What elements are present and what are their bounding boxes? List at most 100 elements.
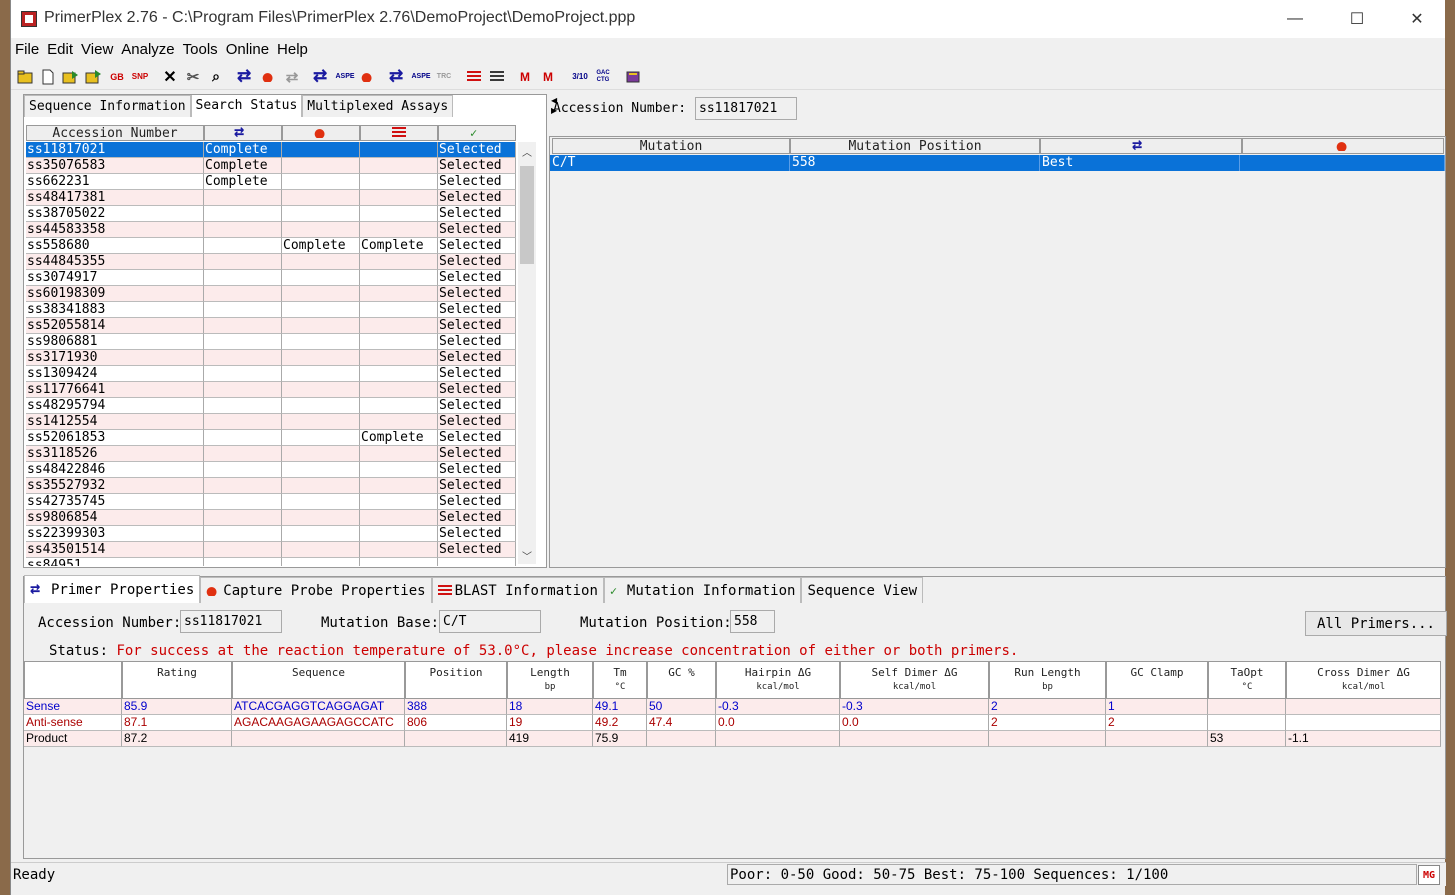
table-row[interactable]: ss60198309 Selected (26, 286, 516, 302)
delete-icon[interactable]: ✕ (160, 67, 180, 87)
new-file-icon[interactable] (38, 67, 58, 87)
tab-capture-probe-properties[interactable]: Capture Probe Properties (200, 577, 432, 603)
table-row[interactable]: ss43501514 Selected (26, 542, 516, 558)
find-icon[interactable]: ⌕ (206, 67, 226, 87)
primer-header-1[interactable]: Rating (122, 661, 232, 699)
open-project-icon[interactable] (61, 67, 81, 87)
tab-multiplexed-assays[interactable]: Multiplexed Assays (302, 95, 454, 117)
accession-number-field[interactable]: ss11817021 (180, 610, 282, 633)
primer-header-5[interactable]: Tm °C (593, 661, 647, 699)
table-row[interactable]: ss42735745 Selected (26, 494, 516, 510)
table-row[interactable]: ss48295794 Selected (26, 398, 516, 414)
scroll-down-icon[interactable]: ﹀ (520, 548, 534, 563)
table-row[interactable]: ss3171930 Selected (26, 350, 516, 366)
multiplex-icon[interactable] (388, 66, 408, 87)
table-row[interactable]: ss38341883 Selected (26, 302, 516, 318)
mutation-position-field[interactable]: 558 (730, 610, 775, 633)
table-row[interactable]: ss35527932 Selected (26, 478, 516, 494)
primer-header-12[interactable]: Cross Dimer ΔG kcal/mol (1286, 661, 1441, 699)
primer-row[interactable]: Product 87.2 419 75.9 53 -1.1 (24, 731, 1444, 747)
table-row[interactable]: ss52061853 Complete Selected (26, 430, 516, 446)
blast-table-icon[interactable] (487, 67, 507, 87)
header-probe-icon[interactable] (1242, 138, 1444, 154)
probe-search-icon[interactable] (259, 67, 279, 87)
primer-header-11[interactable]: TaOpt °C (1208, 661, 1286, 699)
header-mutation[interactable]: Mutation (552, 138, 790, 154)
menu-help[interactable]: Help (273, 38, 312, 62)
all-primers-button[interactable]: All Primers... (1305, 611, 1447, 636)
tab-sequence-information[interactable]: Sequence Information (24, 95, 191, 117)
mutation-base-field[interactable]: C/T (439, 610, 541, 633)
snp-icon[interactable]: SNP (130, 67, 150, 87)
table-row[interactable]: ss3118526 Selected (26, 446, 516, 462)
header-primer-icon[interactable] (1040, 138, 1242, 154)
primer-header-10[interactable]: GC Clamp (1106, 661, 1208, 699)
accession-number-field[interactable]: ss11817021 (695, 97, 797, 120)
table-row[interactable]: ss52055814 Selected (26, 318, 516, 334)
primer-header-4[interactable]: Length bp (507, 661, 593, 699)
vertical-scrollbar[interactable]: ︿ ﹀ (518, 142, 536, 564)
primer-row[interactable]: Anti-sense 87.1 AGACAAGAGAAGAGCCATC 806 19 49… (24, 715, 1444, 731)
genbank-icon[interactable]: GB (107, 67, 127, 87)
table-row[interactable]: ss38705022 Selected (26, 206, 516, 222)
menu-tools[interactable]: Tools (179, 38, 222, 62)
primer-header-0[interactable] (24, 661, 122, 699)
primer-header-8[interactable]: Self Dimer ΔG kcal/mol (840, 661, 989, 699)
table-row[interactable]: ss48422846 Selected (26, 462, 516, 478)
primer-search-icon[interactable] (236, 66, 256, 87)
table-row[interactable]: ss1412554 Selected (26, 414, 516, 430)
maximize-button[interactable]: ☐ (1334, 4, 1380, 34)
menu-online[interactable]: Online (222, 38, 273, 62)
table-row[interactable]: ss44845355 Selected (26, 254, 516, 270)
table-row[interactable]: ss1309424 Selected (26, 366, 516, 382)
mutation-icon[interactable]: M (517, 67, 537, 87)
ratio-icon[interactable]: 3/10 (570, 67, 590, 87)
open-folder-icon[interactable] (15, 67, 35, 87)
tab-blast-information[interactable]: BLAST Information (431, 577, 604, 603)
primer-header-6[interactable]: GC % (647, 661, 716, 699)
primer-header-2[interactable]: Sequence (232, 661, 405, 699)
save-project-icon[interactable] (84, 67, 104, 87)
scroll-up-icon[interactable]: ︿ (520, 144, 534, 159)
mutation-remove-icon[interactable]: M (540, 67, 560, 87)
aspe-multiplex-icon[interactable]: ASPE (411, 67, 431, 87)
tab-primer-properties[interactable]: Primer Properties (24, 575, 201, 603)
header-mutation-position[interactable]: Mutation Position (790, 138, 1040, 154)
header-blast-icon[interactable] (360, 125, 438, 141)
mutation-row[interactable]: C/T 558 Best (550, 155, 1445, 171)
menu-analyze[interactable]: Analyze (117, 38, 178, 62)
primer-header-3[interactable]: Position (405, 661, 507, 699)
table-row[interactable]: ss558680 Complete Complete Selected (26, 238, 516, 254)
probe-icon[interactable] (358, 67, 378, 87)
table-row[interactable]: ss48417381 Selected (26, 190, 516, 206)
primer-header-9[interactable]: Run Length bp (989, 661, 1106, 699)
table-row[interactable]: ss35076583 Complete Selected (26, 158, 516, 174)
primer-disabled-icon[interactable]: ⇄ (282, 67, 302, 87)
primer-icon[interactable] (312, 66, 332, 87)
scroll-thumb[interactable] (520, 166, 534, 264)
sequence-icon[interactable]: GAC CTG (593, 67, 613, 87)
table-row[interactable]: ss84951 (26, 558, 516, 566)
menu-edit[interactable]: Edit (43, 38, 77, 62)
header-probe-icon[interactable] (282, 125, 360, 141)
table-row[interactable]: ss9806854 Selected (26, 510, 516, 526)
table-row[interactable]: ss9806881 Selected (26, 334, 516, 350)
horizontal-splitter[interactable] (21, 568, 1446, 576)
table-row[interactable]: ss3074917 Selected (26, 270, 516, 286)
primer-header-7[interactable]: Hairpin ΔG kcal/mol (716, 661, 840, 699)
table-row[interactable]: ss22399303 Selected (26, 526, 516, 542)
table-row[interactable]: ss11817021 Complete Selected (26, 142, 516, 158)
table-row[interactable]: ss11776641 Selected (26, 382, 516, 398)
book-icon[interactable] (623, 67, 643, 87)
header-accession-number[interactable]: Accession Number (26, 125, 204, 141)
table-row[interactable]: ss662231 Complete Selected (26, 174, 516, 190)
header-mutation-icon[interactable]: ✓ (438, 125, 516, 141)
menu-file[interactable]: File (11, 38, 43, 62)
tab-mutation-information[interactable]: ✓ Mutation Information (603, 577, 802, 603)
minimize-button[interactable]: — (1272, 4, 1318, 34)
header-primer-icon[interactable] (204, 125, 282, 141)
blast-icon[interactable] (464, 67, 484, 87)
close-button[interactable]: ✕ (1394, 4, 1440, 34)
primer-row[interactable]: Sense 85.9 ATCACGAGGTCAGGAGAT 388 18 49.1 50 -0… (24, 699, 1444, 715)
menu-view[interactable]: View (77, 38, 117, 62)
